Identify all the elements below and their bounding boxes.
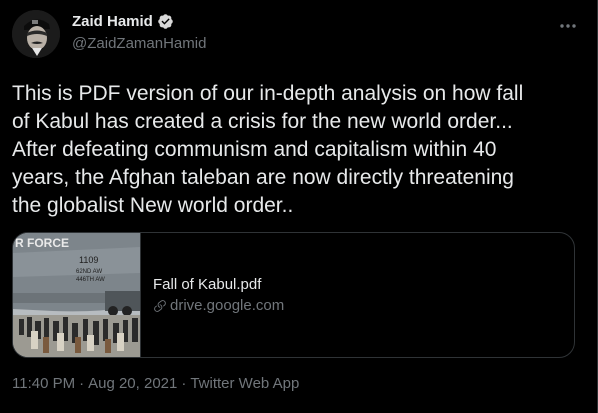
link-icon	[153, 299, 167, 313]
meta-separator: ·	[181, 375, 187, 392]
tweet-text-line: years, the Afghan taleban are now direct…	[12, 166, 514, 189]
verified-badge-icon	[157, 13, 174, 30]
card-thumbnail: R FORCE 1109 62ND AW 446TH AW	[13, 233, 141, 357]
author-handle[interactable]: @ZaidZamanHamid	[72, 35, 206, 52]
thumbnail-wing-1: 62ND AW	[76, 269, 102, 275]
tweet-text-line: This is PDF version of our in-depth anal…	[12, 82, 524, 105]
display-name[interactable]: Zaid Hamid	[72, 13, 153, 30]
thumbnail-force-text: R FORCE	[15, 236, 69, 250]
link-card[interactable]: R FORCE 1109 62ND AW 446TH AW Fall of Ka…	[12, 232, 575, 358]
card-domain: drive.google.com	[170, 297, 285, 314]
card-domain-row: drive.google.com	[153, 296, 284, 316]
thumbnail-tail-number: 1109	[79, 255, 98, 265]
tweet-date[interactable]: Aug 20, 2021	[88, 375, 177, 392]
author-name-row[interactable]: Zaid Hamid	[72, 13, 174, 30]
tweet-text: This is PDF version of our in-depth anal…	[12, 80, 582, 220]
tweet-text-line: of Kabul has created a crisis for the ne…	[12, 110, 513, 133]
card-info: Fall of Kabul.pdf drive.google.com	[153, 275, 284, 316]
avatar[interactable]	[12, 10, 60, 58]
more-options-icon[interactable]	[556, 14, 580, 38]
avatar-image	[12, 10, 60, 58]
card-title: Fall of Kabul.pdf	[153, 276, 262, 293]
tweet[interactable]: Zaid Hamid @ZaidZamanHamid This is PDF v…	[0, 0, 598, 413]
tweet-text-line: the globalist New world order..	[12, 194, 294, 217]
tweet-text-line: After defeating communism and capitalism…	[12, 138, 497, 161]
thumbnail-wing-2: 446TH AW	[76, 277, 105, 283]
meta-separator: ·	[79, 375, 85, 392]
tweet-time[interactable]: 11:40 PM	[12, 375, 75, 392]
tweet-source[interactable]: Twitter Web App	[190, 375, 299, 392]
tweet-meta: 11:40 PM · Aug 20, 2021 · Twitter Web Ap…	[12, 375, 299, 392]
